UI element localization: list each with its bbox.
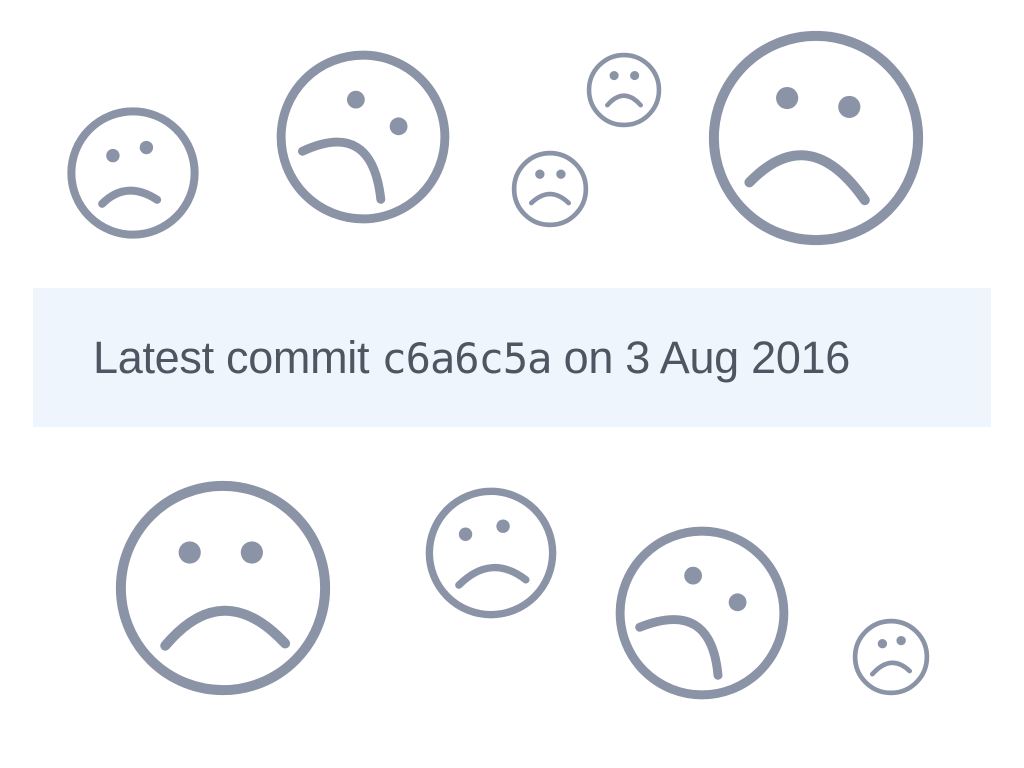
commit-sha-link[interactable]: c6a6c5a — [381, 334, 552, 383]
commit-date: 3 Aug 2016 — [625, 331, 851, 383]
frown-icon — [115, 480, 331, 696]
frown-icon — [425, 487, 557, 619]
frown-icon — [511, 150, 589, 228]
latest-commit-text: Latest commit c6a6c5a on 3 Aug 2016 — [93, 332, 850, 384]
frown-icon — [586, 52, 662, 128]
canvas: Latest commit c6a6c5a on 3 Aug 2016 — [0, 0, 1024, 768]
frown-icon — [276, 50, 450, 224]
frown-icon — [708, 30, 924, 246]
frown-icon — [615, 526, 789, 700]
frown-icon — [852, 618, 930, 696]
commit-on-word: on — [563, 331, 614, 383]
latest-commit-bar[interactable]: Latest commit c6a6c5a on 3 Aug 2016 — [33, 288, 991, 427]
commit-prefix: Latest commit — [93, 331, 370, 383]
frown-icon — [67, 107, 199, 239]
